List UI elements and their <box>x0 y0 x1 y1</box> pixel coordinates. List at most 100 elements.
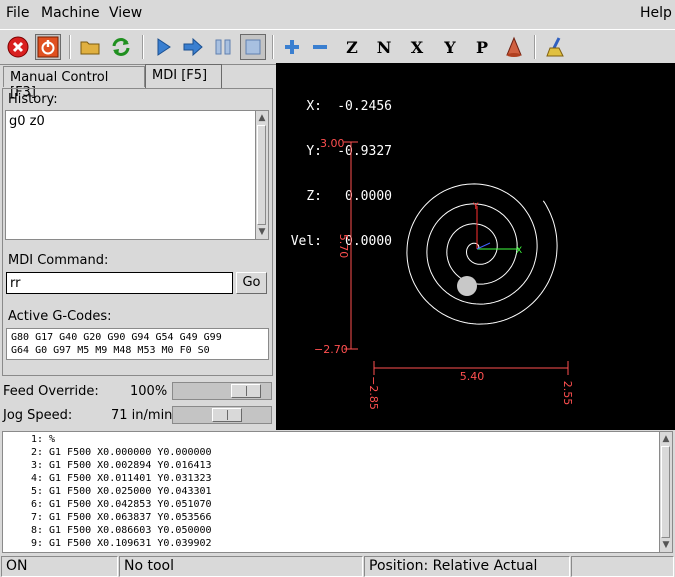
pause-icon <box>215 39 231 55</box>
feed-override-knob[interactable] <box>231 384 261 398</box>
history-scrollbar[interactable]: ▲ ▼ <box>255 111 268 239</box>
tab-mdi[interactable]: MDI [F5] <box>145 64 222 89</box>
stop-icon <box>245 39 261 55</box>
active-gcodes-line: G64 G0 G97 M5 M9 M48 M53 M0 F0 S0 <box>11 345 210 356</box>
step-icon <box>183 37 203 57</box>
origin-x-label: X <box>516 246 522 256</box>
power-button[interactable] <box>35 34 61 60</box>
view-z2-button[interactable]: N <box>371 34 397 60</box>
zoom-out-button[interactable] <box>307 34 333 60</box>
gcode-line[interactable]: 8: G1 F500 X0.086603 Y0.050000 <box>3 525 212 536</box>
gcode-line-text: G1 F500 X0.011401 Y0.031323 <box>49 473 212 484</box>
menu-file[interactable]: File <box>6 5 29 21</box>
toolpath-spiral <box>406 183 558 325</box>
jog-speed-label: Jog Speed: <box>3 408 73 423</box>
gcode-line[interactable]: 1:% <box>3 434 55 445</box>
gcode-line-text: G1 F500 X0.063837 Y0.053566 <box>49 512 212 523</box>
tab-manual-control[interactable]: Manual Control [F3] <box>3 66 145 100</box>
open-file-button[interactable] <box>77 34 103 60</box>
status-bar: ON No tool Position: Relative Actual <box>0 556 675 577</box>
scroll-up-icon[interactable]: ▲ <box>256 112 268 124</box>
menu-view[interactable]: View <box>109 5 142 21</box>
x-extent-left: −2.85 <box>367 376 380 410</box>
clear-plot-icon <box>546 37 564 57</box>
power-icon <box>37 36 59 58</box>
zoom-in-button[interactable] <box>279 34 305 60</box>
preview-canvas: 3.00 −2.70 5.70 5.40 −2.85 2.55 Y X <box>314 137 574 410</box>
run-icon <box>157 38 171 56</box>
view-p-icon: P <box>475 37 489 57</box>
gcode-line-number: 8: <box>30 525 43 536</box>
view-y-button[interactable]: Y <box>437 34 463 60</box>
go-button[interactable]: Go <box>236 272 267 294</box>
estop-button[interactable] <box>5 34 31 60</box>
active-gcodes-label: Active G-Codes: <box>8 309 112 324</box>
clear-plot-button[interactable] <box>543 34 569 60</box>
mdi-command-label: MDI Command: <box>8 253 109 268</box>
tool-status: No tool <box>119 556 363 577</box>
gcode-listing[interactable]: 1:% 2: G1 F500 X0.000000 Y0.000000 3: G1 F50… <box>2 431 673 553</box>
view-y-icon: Y <box>444 37 456 57</box>
y-extent-bottom: −2.70 <box>314 343 348 356</box>
gcode-line-text: % <box>49 434 56 445</box>
open-file-icon <box>80 41 100 55</box>
view-z2-icon: N <box>376 37 392 57</box>
run-button[interactable] <box>150 34 176 60</box>
feed-override-slider[interactable] <box>172 382 272 400</box>
toolbar: Z N X Y P <box>0 29 675 65</box>
gcode-line[interactable]: 4: G1 F500 X0.011401 Y0.031323 <box>3 473 212 484</box>
position-mode: Position: Relative Actual <box>364 556 570 577</box>
scroll-thumb[interactable] <box>257 125 266 225</box>
view-x-button[interactable]: X <box>404 34 430 60</box>
gcode-line-number: 3: <box>30 460 43 471</box>
step-button[interactable] <box>180 34 206 60</box>
rotate-view-button[interactable] <box>501 34 527 60</box>
feed-override-label: Feed Override: <box>3 384 99 399</box>
jog-speed-slider[interactable] <box>172 406 272 424</box>
menu-machine[interactable]: Machine <box>41 5 100 21</box>
y-extent-size: 5.70 <box>337 234 350 259</box>
jog-speed-knob[interactable] <box>212 408 242 422</box>
jog-speed-value: 71 in/min <box>111 408 173 423</box>
view-p-button[interactable]: P <box>469 34 495 60</box>
zoom-out-icon <box>313 45 327 49</box>
view-z-icon: Z <box>346 37 358 57</box>
menu-help[interactable]: Help <box>640 5 672 21</box>
gcode-scrollbar[interactable]: ▲ ▼ <box>659 432 672 552</box>
history-list[interactable]: g0 z0 ▲ ▼ <box>5 110 269 240</box>
mdi-command-input[interactable] <box>6 272 233 294</box>
toolpath-preview[interactable]: X: -0.2456 Y: -0.9327 Z: 0.0000 Vel: 0.0000 … <box>276 63 675 430</box>
gcode-line[interactable]: 6: G1 F500 X0.042853 Y0.051070 <box>3 499 212 510</box>
gcode-line-number: 9: <box>30 538 43 549</box>
view-z-button[interactable]: Z <box>339 34 365 60</box>
status-extra <box>571 556 674 577</box>
gcode-line[interactable]: 9: G1 F500 X0.109631 Y0.039902 <box>3 538 212 549</box>
estop-icon <box>7 36 29 58</box>
history-item[interactable]: g0 z0 <box>6 111 268 132</box>
active-gcodes-box: G80 G17 G40 G20 G90 G94 G54 G49 G99 G64 … <box>6 328 269 360</box>
gcode-line-number: 5: <box>30 486 43 497</box>
gcode-line-text: G1 F500 X0.000000 Y0.000000 <box>49 447 212 458</box>
pause-button[interactable] <box>210 34 236 60</box>
gcode-line-number: 6: <box>30 499 43 510</box>
machine-state: ON <box>1 556 118 577</box>
scroll-up-icon[interactable]: ▲ <box>660 433 672 445</box>
gcode-line[interactable]: 7: G1 F500 X0.063837 Y0.053566 <box>3 512 212 523</box>
gcode-line-text: G1 F500 X0.086603 Y0.050000 <box>49 525 212 536</box>
scroll-thumb[interactable] <box>661 446 670 538</box>
gcode-line-text: G1 F500 X0.002894 Y0.016413 <box>49 460 212 471</box>
scroll-down-icon[interactable]: ▼ <box>660 539 672 551</box>
tool-cone <box>457 276 477 296</box>
stop-button[interactable] <box>240 34 266 60</box>
scroll-down-icon[interactable]: ▼ <box>256 226 268 238</box>
gcode-line-text: G1 F500 X0.042853 Y0.051070 <box>49 499 212 510</box>
gcode-line[interactable]: 5: G1 F500 X0.025000 Y0.043301 <box>3 486 212 497</box>
history-label: History: <box>8 92 58 107</box>
x-extent-right: 2.55 <box>561 381 574 406</box>
reload-button[interactable] <box>108 34 134 60</box>
gcode-line-text: G1 F500 X0.025000 Y0.043301 <box>49 486 212 497</box>
view-x-icon: X <box>410 37 424 57</box>
gcode-line[interactable]: 2: G1 F500 X0.000000 Y0.000000 <box>3 447 212 458</box>
reload-icon <box>112 38 130 56</box>
gcode-line[interactable]: 3: G1 F500 X0.002894 Y0.016413 <box>3 460 212 471</box>
